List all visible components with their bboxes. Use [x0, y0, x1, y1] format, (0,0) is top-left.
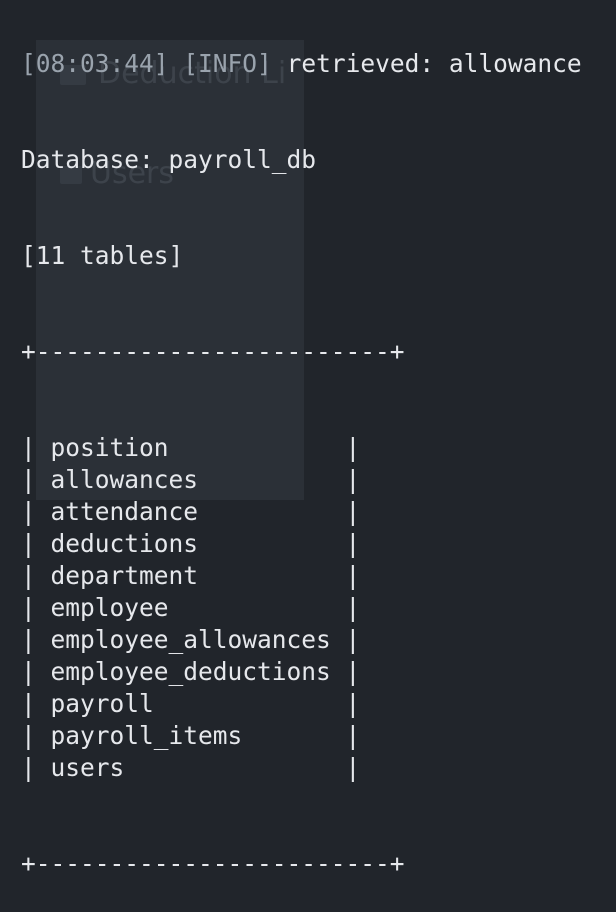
- table-row-right-edge: |: [330, 625, 361, 654]
- table-row-left-edge: |: [21, 465, 51, 494]
- table-row-left-edge: |: [21, 497, 51, 526]
- table-row-padding: [198, 561, 331, 590]
- table-row: | employee |: [21, 592, 616, 624]
- table-row-padding: [198, 497, 331, 526]
- table-row-right-edge: |: [330, 657, 361, 686]
- table-row: | payroll_items |: [21, 720, 616, 752]
- table-row-left-edge: |: [21, 561, 51, 590]
- table-row-right-edge: |: [330, 753, 361, 782]
- table-row-padding: [154, 689, 331, 718]
- table-row-right-edge: |: [330, 529, 361, 558]
- terminal-output: [08:03:44] [INFO] retrieved: allowance D…: [21, 0, 616, 912]
- table-name: payroll_items: [50, 721, 243, 750]
- table-name: attendance: [50, 497, 199, 526]
- terminal-window: { "log": { "timestamp": "[08:03:44]", "l…: [0, 0, 616, 878]
- table-row: | payroll |: [21, 688, 616, 720]
- table-row: | deductions |: [21, 528, 616, 560]
- table-row-padding: [198, 529, 331, 558]
- table-row: | employee_deductions |: [21, 656, 616, 688]
- table-row-padding: [198, 465, 331, 494]
- table-row-right-edge: |: [330, 497, 361, 526]
- table-row-left-edge: |: [21, 753, 51, 782]
- database-line: Database: payroll_db: [21, 145, 317, 174]
- table-name: payroll: [50, 689, 154, 718]
- log-level: [INFO]: [183, 49, 272, 78]
- table-row-padding: [242, 721, 331, 750]
- table-row-left-edge: |: [21, 625, 51, 654]
- table-name: employee: [50, 593, 169, 622]
- log-message: retrieved: allowance: [286, 49, 582, 78]
- table-row-right-edge: |: [330, 689, 361, 718]
- table-rows: | position | | allowances | | attendance |…: [21, 432, 616, 784]
- log-timestamp: [08:03:44]: [21, 49, 169, 78]
- table-row-right-edge: |: [330, 433, 361, 462]
- table-name: department: [50, 561, 199, 590]
- table-name: deductions: [50, 529, 199, 558]
- table-bottom-border: +------------------------+: [21, 849, 405, 878]
- table-row-right-edge: |: [330, 561, 361, 590]
- table-row-padding: [169, 593, 331, 622]
- table-row: | position |: [21, 432, 616, 464]
- table-top-border: +------------------------+: [21, 337, 405, 366]
- table-row-left-edge: |: [21, 529, 51, 558]
- table-row-left-edge: |: [21, 721, 51, 750]
- table-row: | department |: [21, 560, 616, 592]
- table-row: | employee_allowances |: [21, 624, 616, 656]
- table-row: | users |: [21, 752, 616, 784]
- table-name: employee_allowances: [50, 625, 331, 654]
- table-row-right-edge: |: [330, 465, 361, 494]
- table-row: | allowances |: [21, 464, 616, 496]
- table-name: allowances: [50, 465, 199, 494]
- table-row-padding: [169, 433, 331, 462]
- table-name: users: [50, 753, 125, 782]
- table-row: | attendance |: [21, 496, 616, 528]
- table-row-left-edge: |: [21, 433, 51, 462]
- table-name: employee_deductions: [50, 657, 331, 686]
- table-name: position: [50, 433, 169, 462]
- table-row-left-edge: |: [21, 689, 51, 718]
- table-row-left-edge: |: [21, 657, 51, 686]
- table-row-right-edge: |: [330, 593, 361, 622]
- log-line: [08:03:44] [INFO] retrieved: allowance: [21, 48, 616, 80]
- table-row-left-edge: |: [21, 593, 51, 622]
- table-row-padding: [124, 753, 331, 782]
- table-row-right-edge: |: [330, 721, 361, 750]
- table-count-line: [11 tables]: [21, 241, 184, 270]
